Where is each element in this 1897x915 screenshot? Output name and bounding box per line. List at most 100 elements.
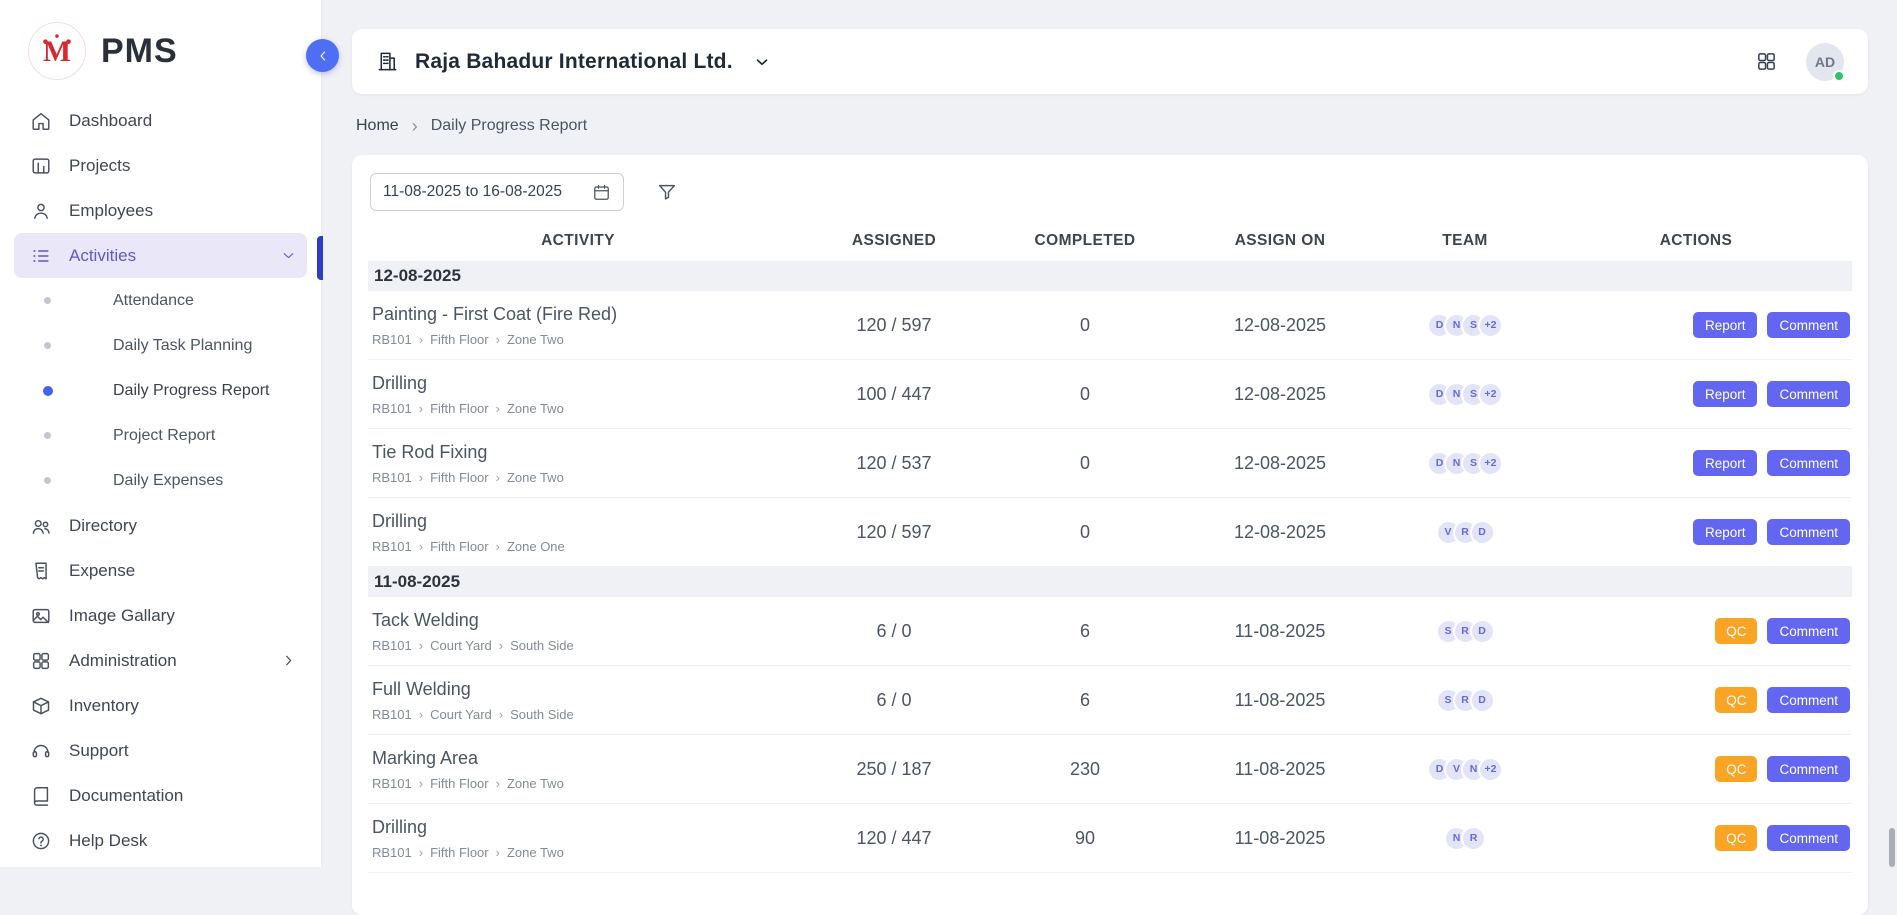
activity-path-part: RB101 — [372, 401, 412, 416]
app-logo: M PMS — [0, 0, 321, 98]
chevron-right-icon: › — [419, 708, 423, 721]
filter-icon[interactable] — [656, 181, 678, 203]
assign-on-value: 12-08-2025 — [1170, 453, 1390, 474]
apps-grid-icon[interactable] — [1755, 50, 1778, 73]
chevron-right-icon: › — [419, 402, 423, 415]
chevron-right-icon: › — [499, 639, 503, 652]
sidebar-item-documentation[interactable]: Documentation — [14, 773, 307, 818]
sidebar-item-help-desk[interactable]: Help Desk — [14, 818, 307, 863]
qc-button[interactable]: QC — [1715, 756, 1757, 782]
assign-on-value: 12-08-2025 — [1170, 522, 1390, 543]
inventory-icon — [30, 695, 52, 717]
team-overflow-chip[interactable]: +2 — [1478, 382, 1503, 407]
sidebar-item-inventory[interactable]: Inventory — [14, 683, 307, 728]
column-header-assign-on: ASSIGN ON — [1170, 232, 1390, 250]
activity-path-part: RB101 — [372, 776, 412, 791]
sidebar-subitem-daily-task-planning[interactable]: Daily Task Planning — [14, 323, 307, 368]
team-avatars: SRD — [1390, 619, 1540, 644]
activity-path-part: Fifth Floor — [430, 332, 489, 347]
report-button[interactable]: Report — [1693, 519, 1758, 545]
company-name: Raja Bahadur International Ltd. — [415, 50, 733, 74]
sidebar-subitem-daily-expenses[interactable]: Daily Expenses — [14, 458, 307, 503]
team-avatar-chip[interactable]: R — [1461, 826, 1486, 851]
breadcrumb: Home › Daily Progress Report — [356, 117, 587, 135]
sidebar-item-support[interactable]: Support — [14, 728, 307, 773]
activity-path-part: Zone Two — [507, 470, 564, 485]
qc-button[interactable]: QC — [1715, 687, 1757, 713]
assign-on-value: 12-08-2025 — [1170, 384, 1390, 405]
completed-value: 90 — [1000, 828, 1170, 849]
activity-title: Marking Area — [372, 748, 784, 769]
qc-button[interactable]: QC — [1715, 618, 1757, 644]
activity-row: Painting - First Coat (Fire Red)RB101›Fi… — [368, 291, 1852, 360]
sidebar-subitem-label: Attendance — [113, 292, 194, 310]
team-avatar-chip[interactable]: D — [1470, 688, 1495, 713]
chevron-right-icon: › — [496, 402, 500, 415]
comment-button[interactable]: Comment — [1767, 312, 1850, 338]
gallery-icon — [30, 605, 52, 627]
row-actions: Report Comment — [1540, 312, 1852, 338]
team-avatars: SRD — [1390, 688, 1540, 713]
sidebar-item-label: Employees — [69, 201, 297, 221]
assign-on-value: 11-08-2025 — [1170, 828, 1390, 849]
report-button[interactable]: Report — [1693, 312, 1758, 338]
avatar-initials: AD — [1815, 54, 1835, 70]
activity-path: RB101›Fifth Floor›Zone Two — [372, 776, 784, 791]
team-overflow-chip[interactable]: +2 — [1478, 451, 1503, 476]
activity-row: Tack WeldingRB101›Court Yard›South Side6… — [368, 597, 1852, 666]
chevron-right-icon: › — [499, 708, 503, 721]
activity-cell: Tie Rod FixingRB101›Fifth Floor›Zone Two — [368, 442, 788, 485]
qc-button[interactable]: QC — [1715, 825, 1757, 851]
sidebar-item-employees[interactable]: Employees — [14, 188, 307, 233]
comment-button[interactable]: Comment — [1767, 519, 1850, 545]
comment-button[interactable]: Comment — [1767, 450, 1850, 476]
activity-cell: Tack WeldingRB101›Court Yard›South Side — [368, 610, 788, 653]
sidebar-subitem-attendance[interactable]: Attendance — [14, 278, 307, 323]
activity-path: RB101›Fifth Floor›Zone One — [372, 539, 784, 554]
sidebar-item-directory[interactable]: Directory — [14, 503, 307, 548]
assigned-value: 6 / 0 — [788, 690, 1000, 711]
sidebar-subitem-project-report[interactable]: Project Report — [14, 413, 307, 458]
chevron-right-icon: › — [496, 333, 500, 346]
sidebar-item-projects[interactable]: Projects — [14, 143, 307, 188]
report-button[interactable]: Report — [1693, 381, 1758, 407]
helpdesk-icon — [30, 830, 52, 852]
breadcrumb-home[interactable]: Home — [356, 117, 399, 135]
comment-button[interactable]: Comment — [1767, 825, 1850, 851]
user-avatar[interactable]: AD — [1806, 43, 1844, 81]
sidebar-subitem-label: Daily Progress Report — [113, 382, 270, 400]
sidebar-collapse-button[interactable] — [306, 39, 339, 72]
comment-button[interactable]: Comment — [1767, 687, 1850, 713]
completed-value: 230 — [1000, 759, 1170, 780]
assigned-value: 120 / 597 — [788, 522, 1000, 543]
activity-path-part: RB101 — [372, 638, 412, 653]
date-group-header: 11-08-2025 — [368, 567, 1852, 597]
sidebar-item-image-gallary[interactable]: Image Gallary — [14, 593, 307, 638]
sidebar-item-label: Expense — [69, 561, 297, 581]
report-button[interactable]: Report — [1693, 450, 1758, 476]
comment-button[interactable]: Comment — [1767, 756, 1850, 782]
sidebar-subitem-daily-progress-report[interactable]: Daily Progress Report — [14, 368, 307, 413]
dashboard-icon — [30, 110, 52, 132]
sidebar-item-activities[interactable]: Activities — [14, 233, 307, 278]
comment-button[interactable]: Comment — [1767, 618, 1850, 644]
sidebar-item-expense[interactable]: Expense — [14, 548, 307, 593]
team-overflow-chip[interactable]: +2 — [1478, 757, 1503, 782]
team-avatar-chip[interactable]: D — [1470, 619, 1495, 644]
team-avatar-chip[interactable]: D — [1470, 520, 1495, 545]
sidebar-item-administration[interactable]: Administration — [14, 638, 307, 683]
completed-value: 0 — [1000, 522, 1170, 543]
row-actions: Report Comment — [1540, 519, 1852, 545]
assigned-value: 6 / 0 — [788, 621, 1000, 642]
sidebar-subitem-label: Daily Task Planning — [113, 337, 252, 355]
company-selector[interactable]: Raja Bahadur International Ltd. — [376, 50, 771, 74]
activity-row: DrillingRB101›Fifth Floor›Zone Two100 / … — [368, 360, 1852, 429]
activity-path-part: Fifth Floor — [430, 401, 489, 416]
date-range-input[interactable]: 11-08-2025 to 16-08-2025 — [370, 173, 624, 211]
comment-button[interactable]: Comment — [1767, 381, 1850, 407]
team-overflow-chip[interactable]: +2 — [1478, 313, 1503, 338]
activity-cell: DrillingRB101›Fifth Floor›Zone Two — [368, 373, 788, 416]
sidebar-item-dashboard[interactable]: Dashboard — [14, 98, 307, 143]
scrollbar-thumb[interactable] — [1889, 828, 1895, 867]
chevron-right-icon: › — [419, 333, 423, 346]
